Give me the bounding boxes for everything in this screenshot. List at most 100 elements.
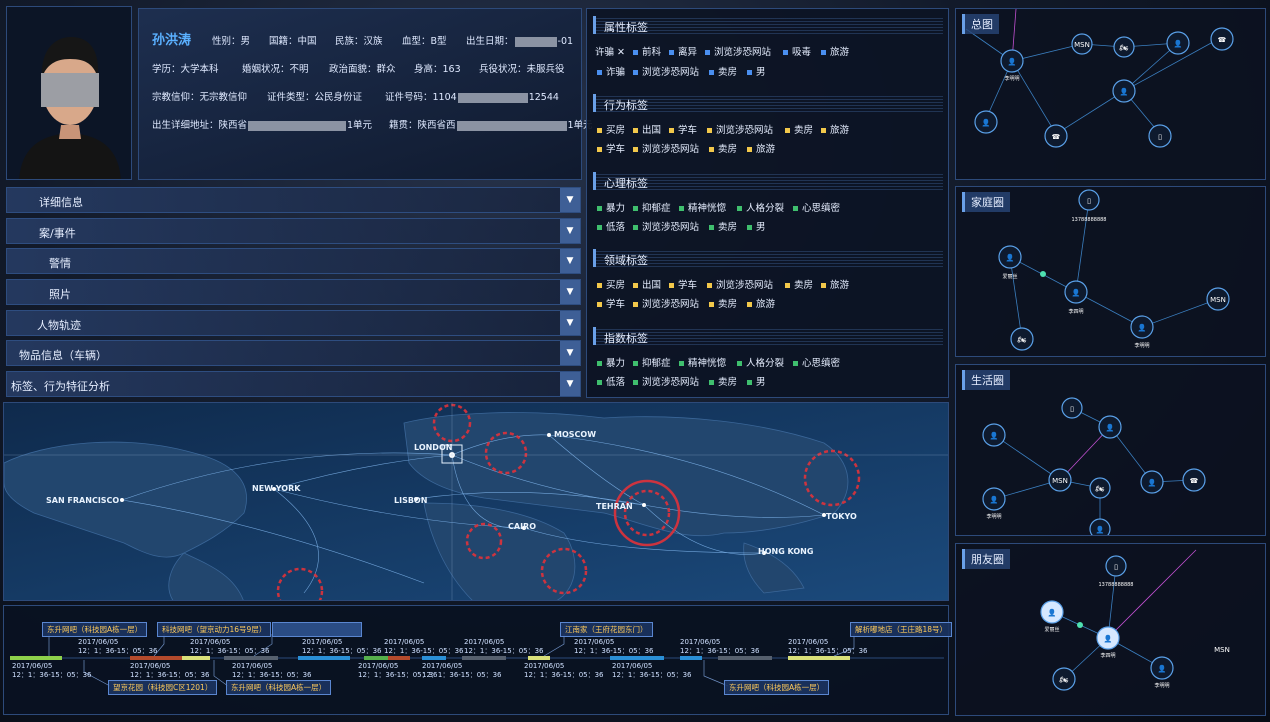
tag-item[interactable]: 人格分裂 (737, 355, 784, 369)
accordion-photos[interactable]: 照片 ▼ (6, 279, 581, 305)
timeline-event: 2017/06/05 12：1：36-15：05：36 (130, 662, 210, 679)
city-label: LISBON (394, 496, 427, 505)
tag-item[interactable]: 旅游 (747, 296, 775, 310)
location-box[interactable]: 望京花园（科技园C区1201） (108, 680, 218, 695)
tag-item[interactable]: 卖房 (709, 296, 737, 310)
tag-item[interactable]: 浏览涉恐网站 (633, 141, 699, 155)
accordion-alerts[interactable]: 警情 ▼ (6, 248, 581, 274)
tag-item[interactable]: 离异 (669, 44, 697, 58)
tag-item[interactable]: 卖房 (785, 277, 813, 291)
graph-life[interactable]: ▯ MSN 🏍 ☎ 👤 👤 👤 👤 👤 李明明 生活圈 (955, 364, 1266, 536)
tag-item[interactable]: 暴力 (597, 200, 625, 214)
relation-graph: ▯ MSN 🏍 ☎ 👤 👤 👤 👤 👤 李明明 (982, 397, 1206, 535)
city-label: CAIRO (508, 522, 536, 531)
chevron-down-icon[interactable]: ▼ (560, 372, 580, 396)
tag-item[interactable]: 卖房 (709, 141, 737, 155)
tag-item[interactable]: 精神恍惚 (679, 355, 726, 369)
location-box[interactable]: 东升网吧（科技园A栋一层） (226, 680, 332, 695)
tag-item[interactable]: 心思缜密 (793, 200, 840, 214)
chevron-down-icon[interactable]: ▼ (560, 280, 580, 304)
tag-item[interactable]: 学车 (597, 141, 625, 155)
tag-item[interactable]: 低落 (597, 374, 625, 388)
tag-item[interactable]: 买房 (597, 122, 625, 136)
city-label: TOKYO (826, 512, 857, 521)
timeline-event: 2017/06/05 12：1：36-15：05：36 (302, 638, 382, 655)
tag-item[interactable]: 浏览涉恐网站 (705, 44, 771, 58)
motorbike-icon: 🏍 (1060, 676, 1069, 684)
chevron-down-icon[interactable]: ▼ (560, 311, 580, 335)
tag-item[interactable]: 心思缜密 (793, 355, 840, 369)
graph-family[interactable]: ▯ MSN 🏍 👤 👤 👤 13788888888 爱丽丝 李四明 李明明 家庭… (955, 186, 1266, 357)
node-name: 爱丽丝 (1002, 273, 1017, 280)
tag-item[interactable]: 浏览涉恐网站 (633, 374, 699, 388)
tag-item[interactable]: 暴力 (597, 355, 625, 369)
msn-icon: MSN (1052, 477, 1068, 485)
accordion-label: 标签、行为特征分析 (11, 380, 110, 393)
location-box[interactable]: 东升网吧（科技园A栋一层） (724, 680, 830, 695)
tag-item[interactable]: 抑郁症 (633, 355, 671, 369)
relation-graph: ▯ MSN 🏍 👤 13788888888 爱丽丝 李四明 李明明 👤 👤 (1040, 549, 1230, 691)
education-field: 学历：大学本科 (152, 64, 219, 75)
mobile-icon: ▯ (1158, 133, 1162, 141)
tag-item[interactable]: 浏览涉恐网站 (707, 277, 773, 291)
tag-item[interactable]: 卖房 (709, 374, 737, 388)
accordion-behavior[interactable]: 标签、行为特征分析 ▼ (6, 371, 581, 397)
accordion-cases[interactable]: 案/事件 ▼ (6, 218, 581, 244)
location-box[interactable]: 解析嘟地店（王庄路18号） (850, 622, 953, 637)
tag-item[interactable]: 诈骗 (597, 64, 625, 78)
tag-item[interactable]: 学车 (597, 296, 625, 310)
person-icon: 👤 (1106, 423, 1115, 432)
section-title: 属性标签 (604, 21, 648, 34)
trajectory-timeline[interactable]: 东升网吧（科技园A栋一层） 科技网吧（望京动力16号9层） 江南家（王府花园东门… (3, 605, 953, 715)
person-name: 孙洪涛 (152, 33, 192, 48)
tag-item[interactable]: 浏览涉恐网站 (707, 122, 773, 136)
timeline-event: 2017/06/05 12：1：36-15：05：36 (612, 662, 692, 679)
tag-item[interactable]: 学车 (669, 122, 697, 136)
tag-item[interactable]: 卖房 (709, 219, 737, 233)
graph-overview[interactable]: MSN 🏍 ☎ ☎ ▯ 👤 👤 👤 👤 李明明 总图 (955, 8, 1266, 180)
chevron-down-icon[interactable]: ▼ (560, 219, 580, 243)
native-place-field: 籍贯：陕西省西 1单元 (389, 117, 593, 131)
accordion-label: 人物轨迹 (37, 319, 81, 332)
tag-item[interactable]: 卖房 (709, 64, 737, 78)
height-field: 身高：163 (414, 64, 461, 75)
node-name: 李明明 (986, 513, 1001, 520)
tag-item[interactable]: 卖房 (785, 122, 813, 136)
tag-item[interactable]: 浏览涉恐网站 (633, 296, 699, 310)
location-box[interactable] (272, 622, 362, 637)
tag-item[interactable]: 许骗 ✕ (595, 44, 625, 58)
tag-item[interactable]: 抑郁症 (633, 200, 671, 214)
tag-item[interactable]: 低落 (597, 219, 625, 233)
tag-item[interactable]: 吸毒 (783, 44, 811, 58)
chevron-down-icon[interactable]: ▼ (560, 341, 580, 365)
tag-item[interactable]: 旅游 (821, 122, 849, 136)
chevron-down-icon[interactable]: ▼ (560, 188, 580, 212)
tag-item[interactable]: 浏览涉恐网站 (633, 219, 699, 233)
world-map[interactable]: LONDON MOSCOW NEW YORK SAN FRANCISCO LIS… (3, 402, 949, 601)
tag-item[interactable]: 人格分裂 (737, 200, 784, 214)
tag-item[interactable]: 旅游 (747, 141, 775, 155)
tag-item[interactable]: 男 (747, 374, 766, 388)
tag-item[interactable]: 男 (747, 64, 766, 78)
location-box[interactable]: 科技网吧（望京动力16号9层） (157, 622, 272, 637)
accordion-trajectory[interactable]: 人物轨迹 ▼ (6, 310, 581, 336)
tag-item[interactable]: 精神恍惚 (679, 200, 726, 214)
tag-item[interactable]: 出国 (633, 122, 661, 136)
tag-item[interactable]: 浏览涉恐网站 (633, 64, 699, 78)
tag-item[interactable]: 出国 (633, 277, 661, 291)
tag-item[interactable]: 男 (747, 219, 766, 233)
behavior-tags-header: 行为标签 (593, 94, 943, 112)
accordion-details[interactable]: 详细信息 ▼ (6, 187, 581, 213)
tag-item[interactable]: 旅游 (821, 277, 849, 291)
tag-item[interactable]: 学车 (669, 277, 697, 291)
chevron-down-icon[interactable]: ▼ (560, 249, 580, 273)
location-box[interactable]: 江南家（王府花园东门） (560, 622, 653, 637)
timeline-event: 2017/06/05 12：1：36-15：05：36 (680, 638, 760, 655)
location-box[interactable]: 东升网吧（科技园A栋一层） (42, 622, 148, 637)
timeline-event: 2017/06/05 12：1：36-15：05：36 (574, 638, 654, 655)
tag-item[interactable]: 前科 (633, 44, 661, 58)
graph-friends[interactable]: ▯ MSN 🏍 👤 13788888888 爱丽丝 李四明 李明明 👤 👤 朋友… (955, 543, 1266, 716)
tag-item[interactable]: 买房 (597, 277, 625, 291)
accordion-items[interactable]: 物品信息（车辆） ▼ (6, 340, 581, 366)
tag-item[interactable]: 旅游 (821, 44, 849, 58)
